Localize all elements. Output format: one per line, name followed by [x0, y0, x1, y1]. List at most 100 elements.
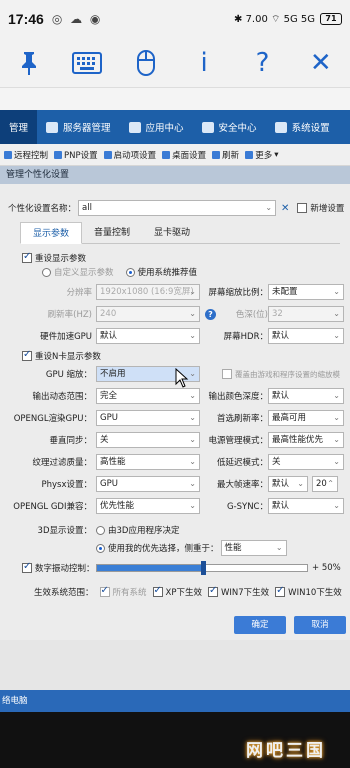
pin-icon[interactable]	[9, 43, 49, 83]
hdr-label: 屏幕HDR：	[223, 332, 268, 342]
remote-icon	[4, 150, 12, 159]
reset-n-checkbox[interactable]	[22, 349, 32, 361]
hdr-value: 默认	[272, 331, 290, 341]
power-select[interactable]: 最高性能优先 ⌄	[268, 432, 344, 448]
chevron-down-icon: ⌄	[189, 457, 196, 466]
refresh-select[interactable]: 240 ⌄	[96, 306, 200, 322]
scope-xp-checkbox[interactable]	[152, 585, 163, 597]
tab-volume[interactable]: 音量控制	[82, 222, 142, 244]
depth-value: 32	[272, 309, 283, 319]
chevron-down-icon: ⌄	[275, 543, 283, 552]
nav-item-security[interactable]: 安全中心	[193, 110, 266, 144]
opengl-select[interactable]: GPU ⌄	[96, 410, 200, 426]
taskbar-label: 络电脑	[2, 696, 28, 706]
help-icon[interactable]: ?	[242, 43, 282, 83]
vsync-label: 垂直同步：	[49, 436, 92, 446]
tab-display[interactable]: 显示参数	[20, 222, 83, 244]
chevron-down-icon: ⌄	[189, 435, 196, 444]
refresh-button[interactable]: 刷新	[212, 149, 239, 161]
nav-item-server[interactable]: 服务器管理	[37, 110, 120, 144]
d3-focus-select[interactable]: 性能 ⌄	[220, 540, 287, 556]
chevron-down-icon: ⌄	[189, 413, 196, 422]
hwgpu-row: 硬件加速GPU 默认 ⌄ 屏幕HDR： 默认 ⌄	[8, 328, 344, 344]
status-indicators: ✱ 7.00 ⌔ 5G 5G 71	[234, 13, 342, 26]
gear-icon	[274, 121, 287, 133]
refresh-label: 刷新率(HZ)	[47, 310, 92, 320]
reset-n-label: 重设N卡显示参数	[35, 352, 101, 362]
scope-win10-checkbox[interactable]	[275, 585, 286, 597]
scale-value: 未配置	[272, 287, 298, 297]
maxfps-num: 20	[316, 479, 327, 489]
nav-label: 安全中心	[218, 123, 257, 134]
override-checkbox[interactable]	[222, 369, 232, 379]
gsync-select[interactable]: 默认 ⌄	[268, 498, 344, 514]
delete-icon[interactable]: ✕	[281, 203, 289, 214]
tab-bar: 显示参数 音量控制 显卡驱动	[20, 222, 340, 244]
lowlat-select[interactable]: 关 ⌄	[268, 454, 344, 470]
desktop-button[interactable]: 桌面设置	[162, 149, 206, 161]
hwgpu-value: 默认	[100, 331, 118, 341]
slider-handle[interactable]	[200, 561, 206, 575]
ok-button[interactable]: 确定	[234, 616, 286, 634]
gdi-select[interactable]: 优先性能 ⌄	[96, 498, 200, 514]
d3-pref-radio[interactable]	[96, 543, 105, 553]
reset-display-checkbox[interactable]	[22, 251, 32, 263]
chevron-down-icon: ⌄	[189, 287, 196, 296]
d3-opt2-label: 使用我的优先选择，侧重于：	[108, 544, 219, 554]
new-setting-checkbox[interactable]	[297, 203, 308, 213]
chevron-down-icon: ⌄	[333, 287, 340, 296]
vsync-select[interactable]: 关 ⌄	[96, 432, 200, 448]
scale-select[interactable]: 未配置 ⌄	[268, 284, 344, 300]
cancel-button[interactable]: 取消	[294, 616, 346, 634]
help-circle-icon[interactable]: ?	[205, 308, 216, 320]
opengl-label: OPENGL渲染GPU：	[13, 414, 92, 424]
subtool-label: PNP设置	[64, 150, 98, 161]
subtool-label: 远程控制	[14, 150, 49, 161]
vibrance-checkbox[interactable]	[22, 561, 32, 573]
maxfps-select[interactable]: 默认 ⌄	[268, 476, 308, 492]
colordepth-value: 默认	[272, 391, 290, 401]
d3-row-1: 3D显示设置： 由3D应用程序决定	[8, 524, 179, 536]
nav-item-apps[interactable]: 应用中心	[120, 110, 193, 144]
tex-select[interactable]: 高性能 ⌄	[96, 454, 200, 470]
reset-n-row: 重设N卡显示参数	[22, 349, 101, 362]
name-select[interactable]: all ⌄	[78, 200, 277, 216]
scope-win7-label: WIN7下生效	[220, 588, 270, 598]
gdi-label: OPENGL GDI兼容：	[13, 502, 92, 512]
colordepth-select[interactable]: 默认 ⌄	[268, 388, 344, 404]
d3-app-radio[interactable]	[96, 525, 105, 535]
more-button[interactable]: 更多 ▾	[245, 149, 278, 161]
keyboard-icon[interactable]	[67, 43, 107, 83]
tab-gpu-driver[interactable]: 显卡驱动	[142, 222, 202, 244]
startup-button[interactable]: 启动项设置	[103, 149, 157, 161]
server-icon	[46, 121, 59, 133]
maxfps-stepper[interactable]: 20 ⌃	[312, 476, 338, 492]
mouse-icon[interactable]	[126, 43, 166, 83]
depth-select[interactable]: 32 ⌄	[268, 306, 344, 322]
nav-item-settings[interactable]: 系统设置	[266, 110, 339, 144]
opengl-value: GPU	[100, 413, 118, 423]
scope-all-checkbox[interactable]	[99, 585, 110, 597]
dyn-select[interactable]: 完全 ⌄	[96, 388, 200, 404]
subtool-label: 启动项设置	[113, 150, 157, 161]
resolution-select[interactable]: 1920x1080 (16:9宽屏) ⌄	[96, 284, 200, 300]
hdr-select[interactable]: 默认 ⌄	[268, 328, 344, 344]
remote-control-button[interactable]: 远程控制	[4, 149, 48, 161]
hwgpu-select[interactable]: 默认 ⌄	[96, 328, 200, 344]
scope-win7-checkbox[interactable]	[207, 585, 218, 597]
pnp-button[interactable]: PNP设置	[54, 149, 98, 161]
name-value: all	[82, 203, 92, 213]
nav-item-manage[interactable]: 管理	[0, 110, 38, 144]
info-icon[interactable]: i	[184, 43, 224, 83]
pref-refresh-select[interactable]: 最高可用 ⌄	[268, 410, 344, 426]
d3-row-2: 使用我的优先选择，侧重于： 性能 ⌄	[96, 540, 287, 556]
name-row: 个性化设置名称： all ⌄ ✕ 新增设置	[8, 200, 348, 216]
close-icon[interactable]: ✕	[301, 43, 341, 83]
custom-display-radio[interactable]	[42, 267, 51, 277]
physx-select[interactable]: GPU ⌄	[96, 476, 200, 492]
nav-label: 管理	[9, 123, 29, 134]
recommended-radio[interactable]	[125, 267, 135, 277]
gdi-value: 优先性能	[100, 501, 135, 511]
opengl-row: OPENGL渲染GPU： GPU ⌄ 首选刷新率： 最高可用 ⌄	[8, 410, 344, 426]
vibrance-slider[interactable]	[96, 561, 308, 575]
